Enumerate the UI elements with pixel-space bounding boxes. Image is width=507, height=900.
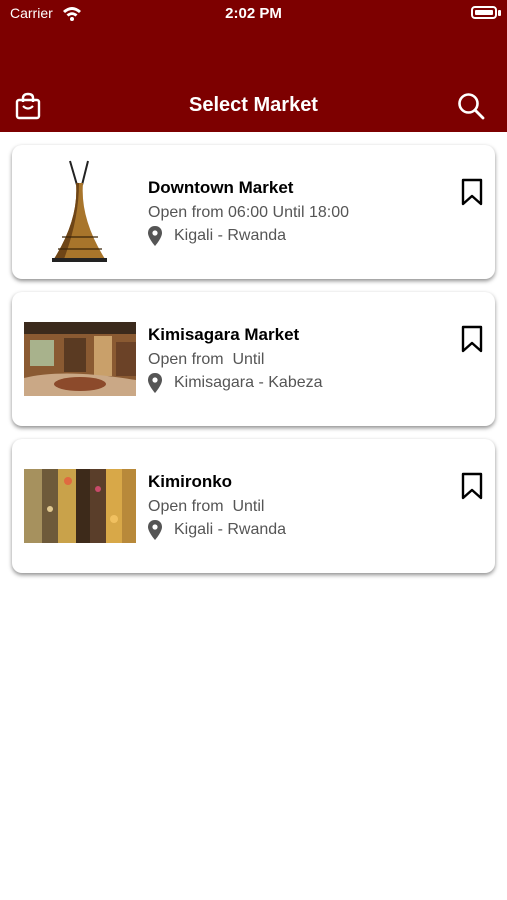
market-hours: Open from 06:00 Until 18:00 <box>148 204 350 221</box>
location-pin-icon <box>148 373 162 393</box>
search-icon[interactable] <box>457 92 485 120</box>
app-header: Carrier 2:02 PM Select Market <box>0 0 507 132</box>
bookmark-icon[interactable] <box>461 472 483 500</box>
page-title: Select Market <box>189 94 318 116</box>
location-pin-icon <box>148 520 162 540</box>
market-image <box>52 160 107 262</box>
market-name: Kimisagara Market <box>148 325 300 344</box>
market-location: Kigali - Rwanda <box>148 520 286 540</box>
market-location: Kimisagara - Kabeza <box>148 373 323 393</box>
market-hours: Open from Until <box>148 498 265 515</box>
location-pin-icon <box>148 226 162 246</box>
market-image <box>24 322 136 396</box>
battery-tip <box>498 10 501 16</box>
status-time: 2:02 PM <box>225 5 282 22</box>
bookmark-icon[interactable] <box>461 325 483 353</box>
market-hours: Open from Until <box>148 351 265 368</box>
battery-icon <box>471 6 497 19</box>
market-list: Downtown Market Open from 06:00 Until 18… <box>12 145 495 586</box>
market-location-text: Kigali - Rwanda <box>174 227 287 244</box>
status-bar: Carrier 2:02 PM <box>0 0 507 28</box>
bookmark-icon[interactable] <box>461 178 483 206</box>
market-location-text: Kimisagara - Kabeza <box>174 374 323 391</box>
market-name: Downtown Market <box>148 178 294 197</box>
market-location: Kigali - Rwanda <box>148 226 286 246</box>
market-card[interactable]: Kimisagara Market Open from Until Kimisa… <box>12 292 495 426</box>
market-card[interactable]: Kimironko Open from Until Kigali - Rwand… <box>12 439 495 573</box>
market-card[interactable]: Downtown Market Open from 06:00 Until 18… <box>12 145 495 279</box>
market-location-text: Kigali - Rwanda <box>174 521 287 538</box>
market-image <box>24 469 136 543</box>
market-name: Kimironko <box>148 472 233 491</box>
